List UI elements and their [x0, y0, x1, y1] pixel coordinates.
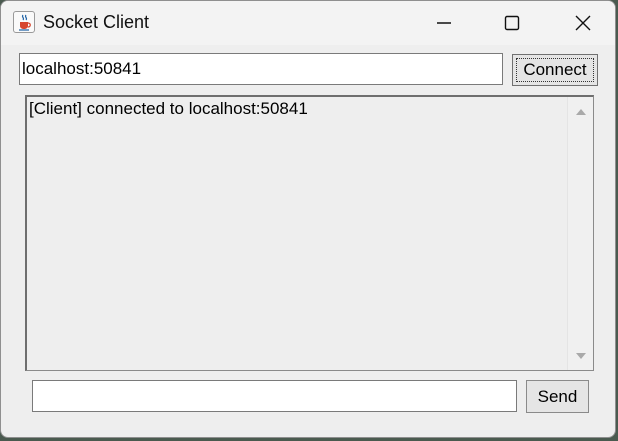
close-button[interactable] — [560, 1, 606, 45]
java-coffee-cup-icon — [13, 11, 35, 33]
message-input[interactable] — [32, 380, 517, 412]
address-field[interactable] — [19, 53, 503, 85]
scroll-down-arrow-icon[interactable] — [574, 350, 588, 362]
maximize-icon — [504, 15, 520, 31]
minimize-button[interactable] — [421, 1, 467, 45]
connect-button-label: Connect — [516, 58, 594, 82]
send-button[interactable]: Send — [526, 380, 589, 413]
vertical-scrollbar[interactable] — [567, 97, 593, 370]
connect-button[interactable]: Connect — [512, 54, 598, 86]
socket-client-window: Socket Client Connect [Client] connected… — [0, 0, 616, 438]
close-icon — [575, 15, 591, 31]
title-bar[interactable]: Socket Client — [1, 1, 615, 45]
window-title: Socket Client — [43, 12, 150, 32]
log-entry: [Client] connected to localhost:50841 — [29, 99, 308, 118]
maximize-button[interactable] — [489, 1, 535, 45]
minimize-icon — [437, 22, 451, 24]
message-log[interactable]: [Client] connected to localhost:50841 — [25, 95, 594, 371]
scroll-up-arrow-icon[interactable] — [574, 105, 588, 117]
